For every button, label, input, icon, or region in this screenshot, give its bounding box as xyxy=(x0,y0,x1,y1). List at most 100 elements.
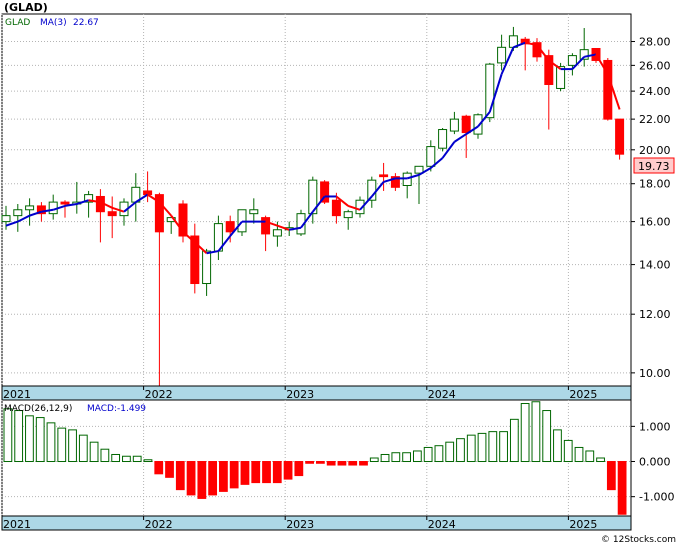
macd-bar-positive xyxy=(143,459,153,463)
macd-x-axis-label: 2021 xyxy=(3,518,31,531)
macd-bar-positive xyxy=(563,439,573,463)
macd-legend-value: MACD:-1.499 xyxy=(87,404,146,414)
candle-up xyxy=(1,215,11,223)
price-x-axis-label: 2021 xyxy=(3,388,31,401)
macd-bar-positive xyxy=(542,410,552,463)
macd-bar-positive xyxy=(477,432,487,463)
macd-x-axis-label: 2024 xyxy=(428,518,456,531)
macd-bar-negative xyxy=(316,461,325,464)
candle-up xyxy=(567,55,577,66)
macd-bar-negative xyxy=(326,461,336,466)
macd-bar-positive xyxy=(35,417,45,463)
macd-bar-negative xyxy=(283,461,293,480)
macd-bar-positive xyxy=(111,453,121,463)
stock-chart: 10.00 12.00 14.00 16.00 18.00 20.00 22.00 24.00… xyxy=(1,1,676,545)
candle-up xyxy=(343,211,353,219)
macd-y-tick-label: -1.000 xyxy=(639,491,674,504)
macd-bar-positive xyxy=(412,450,422,463)
macd-y-tick-label: 1.000 xyxy=(639,420,671,433)
price-x-axis-label: 2022 xyxy=(145,388,173,401)
macd-bar-positive xyxy=(3,408,13,463)
price-y-tick-label: 24.00 xyxy=(639,85,671,98)
macd-bar-positive xyxy=(423,446,433,463)
macd-bar-negative xyxy=(294,461,304,477)
macd-panel: 1.000 0.000 -1.000 2021 2022 2023 2024 2025 MA… xyxy=(1,399,674,531)
macd-bar-negative xyxy=(272,461,282,484)
macd-bar-negative xyxy=(175,461,185,491)
macd-bar-negative xyxy=(337,461,347,466)
macd-x-axis-label: 2022 xyxy=(145,518,173,531)
macd-bar-negative xyxy=(359,461,368,466)
macd-bar-negative xyxy=(240,461,250,485)
macd-bar-positive xyxy=(520,403,530,463)
macd-bar-positive xyxy=(509,418,519,463)
macd-bar-negative xyxy=(229,461,239,489)
macd-bar-positive xyxy=(68,429,77,463)
macd-bar-positive xyxy=(402,452,411,463)
macd-y-tick-label: 0.000 xyxy=(639,456,671,469)
macd-bar-positive xyxy=(78,434,88,463)
price-x-axis-label: 2023 xyxy=(286,388,314,401)
macd-bar-positive xyxy=(531,401,541,463)
price-x-axis-label: 2024 xyxy=(428,388,456,401)
price-y-tick-label: 12.00 xyxy=(639,308,671,321)
price-y-tick-label: 22.00 xyxy=(639,113,671,126)
macd-x-axis-label: 2023 xyxy=(286,518,314,531)
macd-bar-negative xyxy=(305,461,315,464)
candle-down xyxy=(225,221,235,233)
macd-bar-negative xyxy=(251,461,261,484)
candle-down xyxy=(461,115,471,134)
candle-up xyxy=(438,129,448,149)
macd-bar-positive xyxy=(585,450,595,463)
last-price-tag: 19.73 xyxy=(638,160,670,173)
macd-x-axis-band xyxy=(1,515,632,531)
credit-text: © 12Stocks.com xyxy=(601,535,676,545)
candle-down xyxy=(615,118,625,155)
price-y-tick-label: 16.00 xyxy=(639,216,671,229)
candle-down xyxy=(60,201,70,205)
macd-bar-positive xyxy=(466,434,476,463)
macd-bar-negative xyxy=(262,461,271,484)
price-y-axis: 10.00 12.00 14.00 16.00 18.00 20.00 22.00 24.00… xyxy=(631,36,671,380)
candle-up xyxy=(497,46,507,64)
macd-bar-positive xyxy=(574,446,584,463)
macd-bar-negative xyxy=(617,461,627,515)
macd-bar-negative xyxy=(348,461,358,466)
candle-down xyxy=(143,190,153,196)
macd-bar-negative xyxy=(165,461,174,478)
macd-bar-positive xyxy=(25,415,34,463)
candle-down xyxy=(379,174,389,178)
candle-down xyxy=(107,211,117,217)
macd-bar-positive xyxy=(488,431,498,463)
price-x-axis-label: 2025 xyxy=(569,388,597,401)
candle-up xyxy=(25,205,35,211)
price-legend-ma-value: 22.67 xyxy=(73,18,99,28)
price-x-axis-band xyxy=(1,385,632,401)
candle-up xyxy=(202,250,212,285)
price-y-tick-label: 28.00 xyxy=(639,36,671,49)
price-legend-ma-label: MA(3) xyxy=(40,18,67,28)
price-legend-symbol: GLAD xyxy=(5,18,30,28)
macd-legend-label: MACD(26,12,9) xyxy=(4,404,72,414)
macd-bar-positive xyxy=(100,448,110,463)
candle-up xyxy=(249,209,259,215)
macd-bar-positive xyxy=(14,410,24,463)
macd-bar-positive xyxy=(89,441,99,463)
price-y-tick-label: 18.00 xyxy=(639,178,671,191)
macd-bar-negative xyxy=(219,461,228,492)
macd-bar-positive xyxy=(122,455,131,463)
macd-bar-positive xyxy=(132,455,142,463)
price-y-tick-label: 20.00 xyxy=(639,144,671,157)
macd-x-axis-label: 2025 xyxy=(569,518,597,531)
macd-bar-positive xyxy=(596,457,605,463)
chart-title: (GLAD) xyxy=(4,1,48,14)
candle-up xyxy=(449,118,459,132)
macd-bar-positive xyxy=(57,427,67,463)
macd-bar-positive xyxy=(456,438,465,463)
macd-bar-positive xyxy=(380,453,390,463)
macd-bar-negative xyxy=(197,461,207,499)
candle-up xyxy=(13,209,23,217)
candle-up xyxy=(426,146,436,167)
macd-bar-positive xyxy=(391,452,401,463)
macd-bar-positive xyxy=(553,429,562,463)
